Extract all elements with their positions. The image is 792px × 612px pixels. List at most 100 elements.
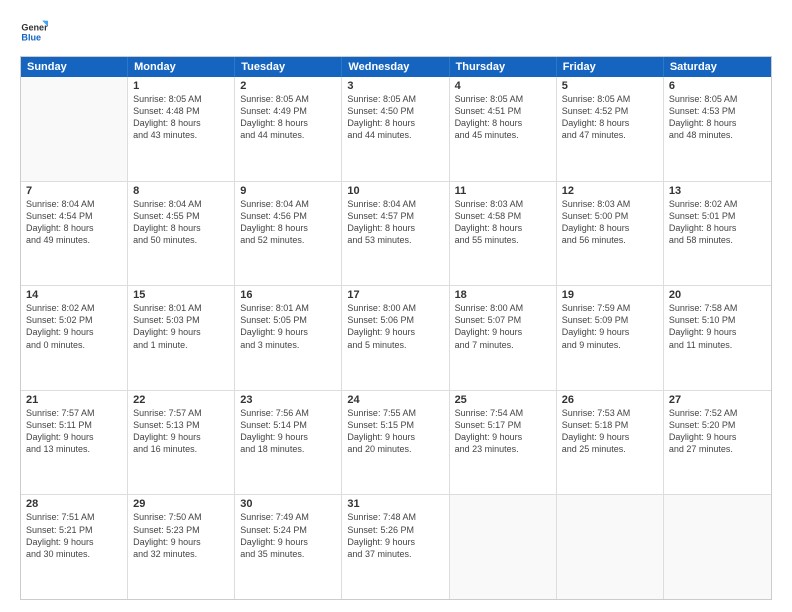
cell-daylight-info: Sunrise: 7:57 AM Sunset: 5:11 PM Dayligh… xyxy=(26,407,122,456)
calendar-cell-10: 10Sunrise: 8:04 AM Sunset: 4:57 PM Dayli… xyxy=(342,182,449,286)
calendar-cell-25: 25Sunrise: 7:54 AM Sunset: 5:17 PM Dayli… xyxy=(450,391,557,495)
cell-daylight-info: Sunrise: 8:05 AM Sunset: 4:49 PM Dayligh… xyxy=(240,93,336,142)
calendar-cell-8: 8Sunrise: 8:04 AM Sunset: 4:55 PM Daylig… xyxy=(128,182,235,286)
calendar-cell-22: 22Sunrise: 7:57 AM Sunset: 5:13 PM Dayli… xyxy=(128,391,235,495)
calendar-cell-18: 18Sunrise: 8:00 AM Sunset: 5:07 PM Dayli… xyxy=(450,286,557,390)
calendar-cell-21: 21Sunrise: 7:57 AM Sunset: 5:11 PM Dayli… xyxy=(21,391,128,495)
calendar-cell-9: 9Sunrise: 8:04 AM Sunset: 4:56 PM Daylig… xyxy=(235,182,342,286)
day-header-saturday: Saturday xyxy=(664,57,771,77)
cell-daylight-info: Sunrise: 8:04 AM Sunset: 4:55 PM Dayligh… xyxy=(133,198,229,247)
day-number: 29 xyxy=(133,498,229,510)
svg-text:General: General xyxy=(21,23,48,33)
day-number: 26 xyxy=(562,394,658,406)
cell-daylight-info: Sunrise: 8:04 AM Sunset: 4:54 PM Dayligh… xyxy=(26,198,122,247)
day-number: 17 xyxy=(347,289,443,301)
calendar: SundayMondayTuesdayWednesdayThursdayFrid… xyxy=(20,56,772,600)
cell-daylight-info: Sunrise: 7:52 AM Sunset: 5:20 PM Dayligh… xyxy=(669,407,766,456)
day-header-thursday: Thursday xyxy=(450,57,557,77)
day-number: 6 xyxy=(669,80,766,92)
calendar-header: SundayMondayTuesdayWednesdayThursdayFrid… xyxy=(21,57,771,77)
calendar-cell-12: 12Sunrise: 8:03 AM Sunset: 5:00 PM Dayli… xyxy=(557,182,664,286)
cell-daylight-info: Sunrise: 8:05 AM Sunset: 4:51 PM Dayligh… xyxy=(455,93,551,142)
day-header-friday: Friday xyxy=(557,57,664,77)
calendar-cell-16: 16Sunrise: 8:01 AM Sunset: 5:05 PM Dayli… xyxy=(235,286,342,390)
cell-daylight-info: Sunrise: 7:49 AM Sunset: 5:24 PM Dayligh… xyxy=(240,511,336,560)
calendar-cell-30: 30Sunrise: 7:49 AM Sunset: 5:24 PM Dayli… xyxy=(235,495,342,599)
day-number: 31 xyxy=(347,498,443,510)
cell-daylight-info: Sunrise: 7:56 AM Sunset: 5:14 PM Dayligh… xyxy=(240,407,336,456)
day-number: 5 xyxy=(562,80,658,92)
cell-daylight-info: Sunrise: 7:55 AM Sunset: 5:15 PM Dayligh… xyxy=(347,407,443,456)
day-number: 21 xyxy=(26,394,122,406)
calendar-row-1: 1Sunrise: 8:05 AM Sunset: 4:48 PM Daylig… xyxy=(21,77,771,182)
day-number: 9 xyxy=(240,185,336,197)
cell-daylight-info: Sunrise: 8:00 AM Sunset: 5:06 PM Dayligh… xyxy=(347,302,443,351)
calendar-cell-empty xyxy=(21,77,128,181)
logo: General Blue xyxy=(20,18,48,46)
calendar-row-4: 21Sunrise: 7:57 AM Sunset: 5:11 PM Dayli… xyxy=(21,391,771,496)
calendar-row-2: 7Sunrise: 8:04 AM Sunset: 4:54 PM Daylig… xyxy=(21,182,771,287)
calendar-cell-27: 27Sunrise: 7:52 AM Sunset: 5:20 PM Dayli… xyxy=(664,391,771,495)
day-number: 4 xyxy=(455,80,551,92)
calendar-cell-20: 20Sunrise: 7:58 AM Sunset: 5:10 PM Dayli… xyxy=(664,286,771,390)
day-number: 23 xyxy=(240,394,336,406)
day-number: 25 xyxy=(455,394,551,406)
day-number: 13 xyxy=(669,185,766,197)
day-number: 11 xyxy=(455,185,551,197)
cell-daylight-info: Sunrise: 8:03 AM Sunset: 5:00 PM Dayligh… xyxy=(562,198,658,247)
cell-daylight-info: Sunrise: 8:04 AM Sunset: 4:56 PM Dayligh… xyxy=(240,198,336,247)
day-number: 12 xyxy=(562,185,658,197)
day-header-wednesday: Wednesday xyxy=(342,57,449,77)
cell-daylight-info: Sunrise: 8:04 AM Sunset: 4:57 PM Dayligh… xyxy=(347,198,443,247)
day-number: 1 xyxy=(133,80,229,92)
day-number: 18 xyxy=(455,289,551,301)
calendar-cell-empty xyxy=(557,495,664,599)
calendar-body: 1Sunrise: 8:05 AM Sunset: 4:48 PM Daylig… xyxy=(21,77,771,599)
day-number: 20 xyxy=(669,289,766,301)
day-number: 7 xyxy=(26,185,122,197)
calendar-cell-empty xyxy=(450,495,557,599)
day-header-sunday: Sunday xyxy=(21,57,128,77)
calendar-cell-2: 2Sunrise: 8:05 AM Sunset: 4:49 PM Daylig… xyxy=(235,77,342,181)
cell-daylight-info: Sunrise: 8:05 AM Sunset: 4:48 PM Dayligh… xyxy=(133,93,229,142)
calendar-cell-5: 5Sunrise: 8:05 AM Sunset: 4:52 PM Daylig… xyxy=(557,77,664,181)
cell-daylight-info: Sunrise: 7:59 AM Sunset: 5:09 PM Dayligh… xyxy=(562,302,658,351)
calendar-cell-26: 26Sunrise: 7:53 AM Sunset: 5:18 PM Dayli… xyxy=(557,391,664,495)
day-number: 16 xyxy=(240,289,336,301)
day-number: 14 xyxy=(26,289,122,301)
cell-daylight-info: Sunrise: 7:58 AM Sunset: 5:10 PM Dayligh… xyxy=(669,302,766,351)
calendar-cell-24: 24Sunrise: 7:55 AM Sunset: 5:15 PM Dayli… xyxy=(342,391,449,495)
logo-icon: General Blue xyxy=(20,18,48,46)
calendar-cell-3: 3Sunrise: 8:05 AM Sunset: 4:50 PM Daylig… xyxy=(342,77,449,181)
cell-daylight-info: Sunrise: 7:57 AM Sunset: 5:13 PM Dayligh… xyxy=(133,407,229,456)
cell-daylight-info: Sunrise: 7:50 AM Sunset: 5:23 PM Dayligh… xyxy=(133,511,229,560)
calendar-cell-6: 6Sunrise: 8:05 AM Sunset: 4:53 PM Daylig… xyxy=(664,77,771,181)
day-number: 15 xyxy=(133,289,229,301)
svg-text:Blue: Blue xyxy=(21,32,41,42)
calendar-cell-23: 23Sunrise: 7:56 AM Sunset: 5:14 PM Dayli… xyxy=(235,391,342,495)
cell-daylight-info: Sunrise: 8:02 AM Sunset: 5:01 PM Dayligh… xyxy=(669,198,766,247)
day-header-tuesday: Tuesday xyxy=(235,57,342,77)
cell-daylight-info: Sunrise: 8:00 AM Sunset: 5:07 PM Dayligh… xyxy=(455,302,551,351)
cell-daylight-info: Sunrise: 8:05 AM Sunset: 4:52 PM Dayligh… xyxy=(562,93,658,142)
day-header-monday: Monday xyxy=(128,57,235,77)
day-number: 28 xyxy=(26,498,122,510)
calendar-row-3: 14Sunrise: 8:02 AM Sunset: 5:02 PM Dayli… xyxy=(21,286,771,391)
day-number: 8 xyxy=(133,185,229,197)
calendar-cell-31: 31Sunrise: 7:48 AM Sunset: 5:26 PM Dayli… xyxy=(342,495,449,599)
cell-daylight-info: Sunrise: 7:48 AM Sunset: 5:26 PM Dayligh… xyxy=(347,511,443,560)
cell-daylight-info: Sunrise: 8:03 AM Sunset: 4:58 PM Dayligh… xyxy=(455,198,551,247)
calendar-cell-14: 14Sunrise: 8:02 AM Sunset: 5:02 PM Dayli… xyxy=(21,286,128,390)
cell-daylight-info: Sunrise: 8:01 AM Sunset: 5:03 PM Dayligh… xyxy=(133,302,229,351)
page-header: General Blue xyxy=(20,18,772,46)
day-number: 27 xyxy=(669,394,766,406)
cell-daylight-info: Sunrise: 8:01 AM Sunset: 5:05 PM Dayligh… xyxy=(240,302,336,351)
day-number: 3 xyxy=(347,80,443,92)
day-number: 2 xyxy=(240,80,336,92)
cell-daylight-info: Sunrise: 7:53 AM Sunset: 5:18 PM Dayligh… xyxy=(562,407,658,456)
calendar-cell-28: 28Sunrise: 7:51 AM Sunset: 5:21 PM Dayli… xyxy=(21,495,128,599)
calendar-cell-1: 1Sunrise: 8:05 AM Sunset: 4:48 PM Daylig… xyxy=(128,77,235,181)
calendar-cell-29: 29Sunrise: 7:50 AM Sunset: 5:23 PM Dayli… xyxy=(128,495,235,599)
day-number: 24 xyxy=(347,394,443,406)
cell-daylight-info: Sunrise: 8:02 AM Sunset: 5:02 PM Dayligh… xyxy=(26,302,122,351)
